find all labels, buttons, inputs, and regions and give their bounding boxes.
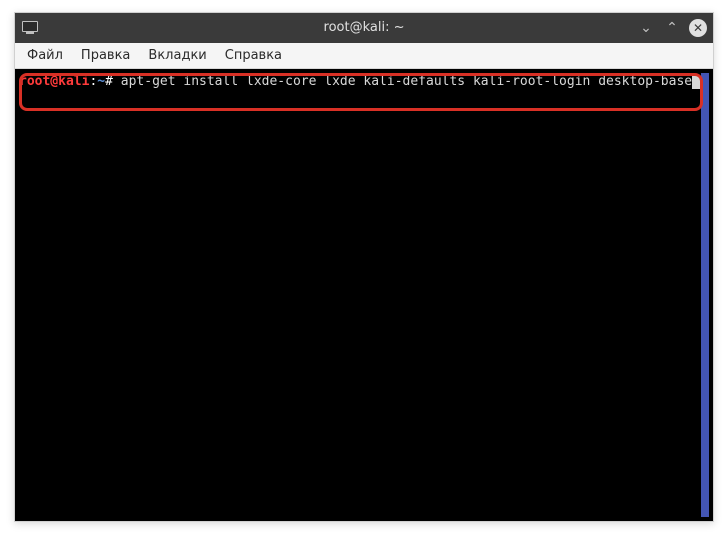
scrollbar-thumb[interactable]	[701, 73, 709, 517]
prompt-hash: #	[105, 74, 113, 89]
chevron-up-icon: ⌃	[666, 21, 678, 35]
close-button[interactable]: ✕	[689, 19, 707, 37]
terminal-window: root@kali: ~ ⌄ ⌃ ✕ Файл Правка Вкладки С…	[14, 12, 714, 522]
menu-tabs[interactable]: Вкладки	[140, 45, 214, 66]
cursor	[692, 75, 700, 89]
menu-edit[interactable]: Правка	[73, 45, 138, 66]
app-icon	[21, 21, 39, 35]
minimize-button[interactable]: ⌄	[637, 19, 655, 37]
menu-help[interactable]: Справка	[217, 45, 290, 66]
menubar: Файл Правка Вкладки Справка	[15, 43, 713, 69]
menu-file[interactable]: Файл	[19, 45, 71, 66]
close-icon: ✕	[689, 19, 707, 37]
window-controls: ⌄ ⌃ ✕	[637, 19, 707, 37]
monitor-icon	[22, 21, 38, 34]
scrollbar[interactable]	[701, 73, 709, 517]
command-text: apt-get install lxde-core lxde kali-defa…	[113, 74, 692, 89]
maximize-button[interactable]: ⌃	[663, 19, 681, 37]
terminal-content[interactable]: root@kali:~# apt-get install lxde-core l…	[19, 73, 701, 517]
chevron-down-icon: ⌄	[640, 21, 652, 35]
prompt-path: ~	[97, 74, 105, 89]
window-title: root@kali: ~	[324, 20, 405, 35]
terminal-area[interactable]: root@kali:~# apt-get install lxde-core l…	[15, 69, 713, 521]
prompt-user: root@kali	[19, 74, 89, 89]
titlebar[interactable]: root@kali: ~ ⌄ ⌃ ✕	[15, 13, 713, 43]
